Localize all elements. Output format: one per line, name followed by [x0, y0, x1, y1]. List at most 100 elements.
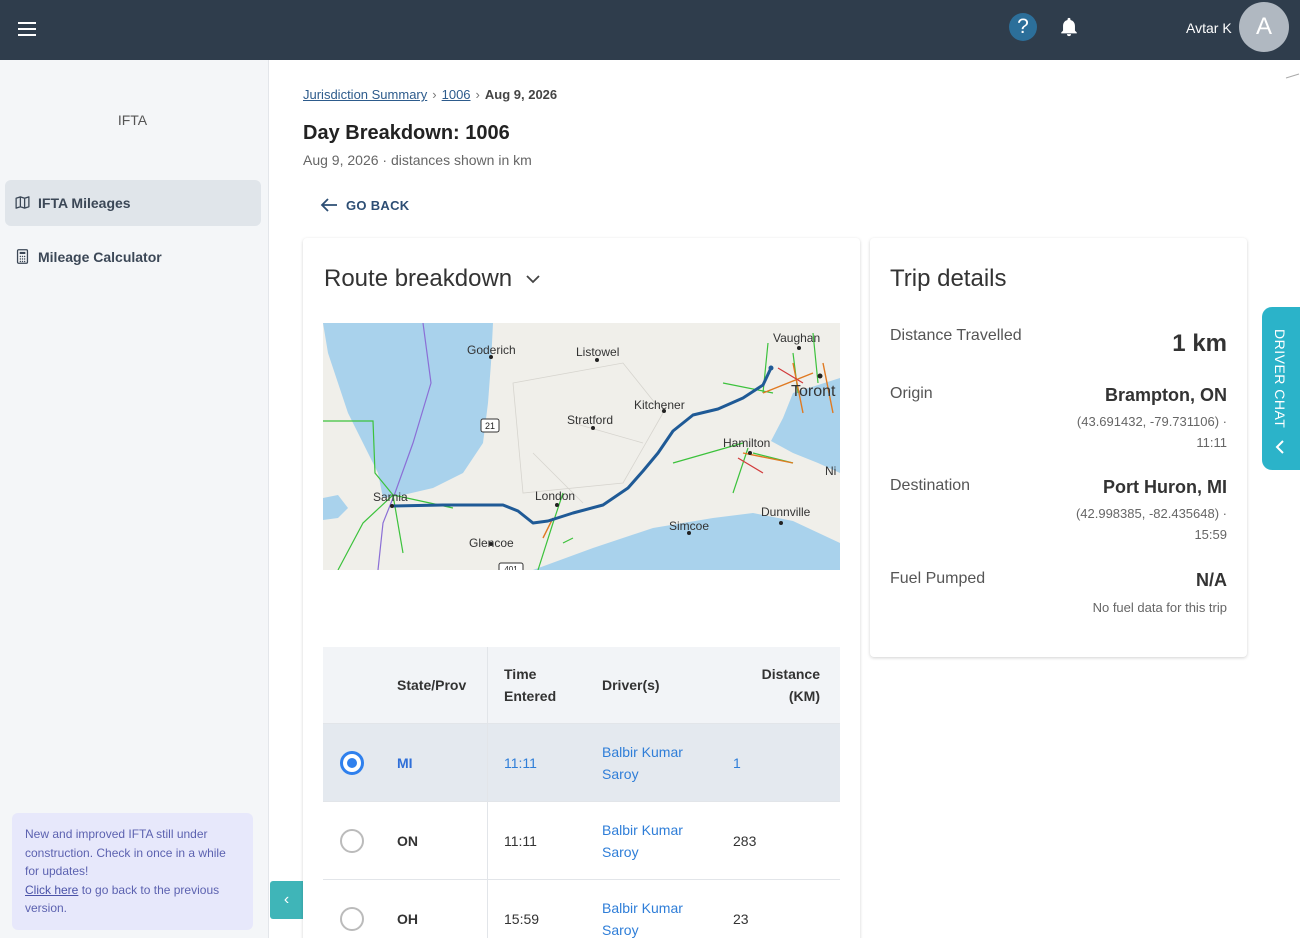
- row-radio[interactable]: [340, 829, 364, 853]
- header-distance-line1: Distance: [761, 666, 820, 682]
- row-state: MI: [397, 755, 413, 771]
- header-drivers[interactable]: Driver(s): [602, 674, 660, 696]
- row-driver[interactable]: Balbir Kumar Saroy: [602, 741, 712, 785]
- highway-shield-401: 401: [504, 565, 518, 570]
- row-state: OH: [397, 911, 418, 927]
- breadcrumb-unit[interactable]: 1006: [442, 87, 471, 102]
- destination-label: Destination: [890, 477, 971, 494]
- page-title: Day Breakdown: 1006: [303, 122, 510, 144]
- fuel-label: Fuel Pumped: [890, 570, 986, 587]
- map-label-london: London: [535, 489, 575, 503]
- breadcrumb-current: Aug 9, 2026: [484, 87, 558, 102]
- table-row[interactable]: MI 11:11 Balbir Kumar Saroy 1: [323, 724, 840, 802]
- driver-chat-tab[interactable]: DRIVER CHAT: [1262, 307, 1300, 470]
- map-label-niagara: Ni: [825, 464, 836, 478]
- header-state[interactable]: State/Prov: [397, 674, 466, 696]
- row-driver-line1: Balbir Kumar: [602, 744, 683, 760]
- map-label-kitchener: Kitchener: [634, 398, 685, 412]
- route-breakdown-card: Route breakdown 21 401 Goderich Listowel…: [303, 238, 860, 938]
- map-icon: [15, 196, 30, 209]
- row-driver-line2: Saroy: [602, 766, 639, 782]
- route-table: State/Prov Time Entered Driver(s) Distan…: [323, 647, 840, 938]
- chevron-left-icon: ‹: [283, 891, 290, 908]
- map-label-listowel: Listowel: [576, 345, 619, 359]
- route-map[interactable]: 21 401 Goderich Listowel Vaughan Toront …: [323, 323, 840, 570]
- origin-coords: (43.691432, -79.731106) ·: [1076, 414, 1227, 429]
- origin-time: 11:11: [1196, 435, 1227, 450]
- table-row[interactable]: OH 15:59 Balbir Kumar Saroy 23: [323, 880, 840, 938]
- page-subtitle: Aug 9, 2026 · distances shown in km: [303, 152, 532, 168]
- row-driver[interactable]: Balbir Kumar Saroy: [602, 819, 712, 863]
- help-icon[interactable]: ?: [1009, 13, 1037, 41]
- sidebar-item-label: IFTA Mileages: [38, 195, 131, 211]
- breadcrumb-jurisdiction-summary[interactable]: Jurisdiction Summary: [303, 87, 427, 102]
- route-breakdown-toggle[interactable]: Route breakdown: [324, 265, 540, 293]
- distance-value: 1 km: [1172, 330, 1227, 357]
- map-label-toronto: Toront: [791, 383, 836, 400]
- table-header: State/Prov Time Entered Driver(s) Distan…: [323, 647, 840, 724]
- chevron-left-icon: [1275, 440, 1284, 454]
- row-time: 11:11: [504, 833, 537, 849]
- sidebar-collapse-button[interactable]: ‹: [270, 881, 303, 919]
- arrow-left-icon: [320, 198, 337, 212]
- header-time[interactable]: Time Entered: [504, 663, 556, 707]
- row-driver-line1: Balbir Kumar: [602, 822, 683, 838]
- calculator-icon: [16, 249, 29, 264]
- user-name[interactable]: Avtar K: [1186, 20, 1232, 36]
- row-radio[interactable]: [340, 907, 364, 931]
- breadcrumb: Jurisdiction Summary › 1006 › Aug 9, 2026: [303, 87, 557, 102]
- row-radio[interactable]: [340, 751, 364, 775]
- row-time: 15:59: [504, 911, 540, 927]
- sidebar-brand: IFTA: [117, 112, 148, 128]
- origin-details: (43.691432, -79.731106) · 11:11: [1037, 411, 1227, 453]
- sidebar-item-mileage-calculator[interactable]: Mileage Calculator: [5, 234, 261, 280]
- map-label-stratford: Stratford: [567, 413, 613, 427]
- row-distance: 1: [733, 755, 741, 771]
- origin-label: Origin: [890, 385, 933, 402]
- breadcrumb-separator: ›: [475, 87, 480, 102]
- map-label-hamilton: Hamilton: [723, 436, 770, 450]
- highway-shield-21: 21: [485, 421, 495, 431]
- row-driver-line2: Saroy: [602, 922, 639, 938]
- notification-bell-icon[interactable]: [1058, 15, 1080, 39]
- table-row[interactable]: ON 11:11 Balbir Kumar Saroy 283: [323, 802, 840, 880]
- row-driver-line1: Balbir Kumar: [602, 900, 683, 916]
- construction-notice: New and improved IFTA still under constr…: [12, 813, 253, 930]
- fuel-note: No fuel data for this trip: [1092, 600, 1227, 615]
- menu-icon[interactable]: [18, 18, 40, 40]
- trip-details-title: Trip details: [890, 265, 1007, 292]
- destination-details: (42.998385, -82.435648) · 15:59: [1037, 503, 1227, 545]
- row-driver-line2: Saroy: [602, 844, 639, 860]
- resize-handle-icon: [1285, 73, 1300, 79]
- top-bar: ? Avtar K A: [0, 0, 1300, 60]
- row-distance: 283: [733, 833, 757, 849]
- distance-label: Distance Travelled: [890, 327, 1022, 344]
- row-distance: 23: [733, 911, 749, 927]
- breadcrumb-separator: ›: [432, 87, 437, 102]
- row-time: 11:11: [504, 755, 537, 771]
- notice-text: New and improved IFTA still under constr…: [25, 827, 226, 878]
- header-time-line2: Entered: [504, 688, 557, 704]
- destination-coords: (42.998385, -82.435648) ·: [1075, 506, 1227, 521]
- sidebar: IFTA IFTA Mileages Mileage Calculator Ne…: [0, 60, 269, 938]
- header-distance[interactable]: Distance (KM): [762, 663, 820, 707]
- map-label-goderich: Goderich: [467, 343, 516, 357]
- row-driver[interactable]: Balbir Kumar Saroy: [602, 897, 712, 938]
- map-label-dunnville: Dunnville: [761, 505, 811, 519]
- fuel-value: N/A: [1196, 570, 1227, 590]
- avatar[interactable]: A: [1239, 2, 1289, 52]
- trip-details-card: Trip details Distance Travelled 1 km Ori…: [870, 238, 1247, 657]
- sidebar-item-label: Mileage Calculator: [38, 249, 162, 265]
- map-label-glencoe: Glencoe: [469, 536, 514, 550]
- go-back-button[interactable]: GO BACK: [320, 194, 410, 216]
- driver-chat-label: DRIVER CHAT: [1272, 329, 1288, 429]
- header-time-line1: Time: [504, 666, 537, 682]
- sidebar-item-ifta-mileages[interactable]: IFTA Mileages: [5, 180, 261, 226]
- origin-value: Brampton, ON: [1104, 385, 1227, 405]
- route-map-canvas: 21 401 Goderich Listowel Vaughan Toront …: [323, 323, 840, 570]
- previous-version-link[interactable]: Click here: [25, 883, 78, 897]
- go-back-label: GO BACK: [346, 197, 410, 213]
- map-label-vaughan: Vaughan: [773, 331, 820, 345]
- map-label-sarnia: Sarnia: [373, 490, 408, 504]
- header-distance-line2: (KM): [788, 688, 820, 704]
